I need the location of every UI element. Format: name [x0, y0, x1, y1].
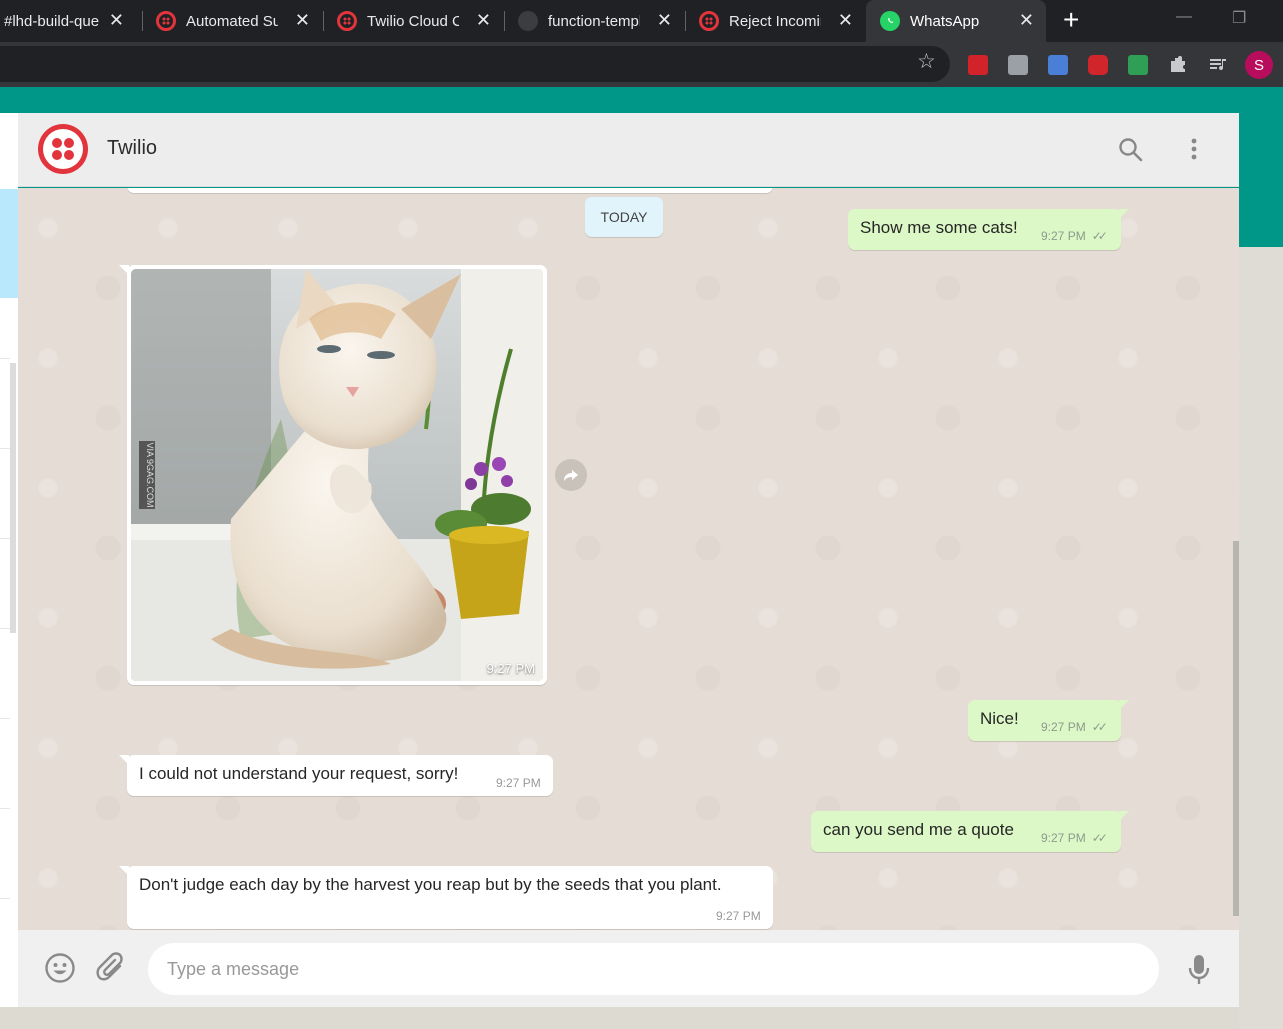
- message-list-scrollbar[interactable]: [1233, 541, 1239, 916]
- tab-close-icon[interactable]: ✕: [109, 11, 124, 29]
- message-bubble-incoming[interactable]: Don't judge each day by the harvest you …: [119, 866, 773, 929]
- twilio-favicon-icon: [337, 11, 357, 31]
- tab-close-icon[interactable]: ✕: [1019, 11, 1034, 29]
- tab-title: function-templ: [548, 12, 640, 30]
- image-message[interactable]: VIA 9GAG.COM 9:27 PM: [119, 265, 547, 685]
- tab-automated-survey[interactable]: Automated Sur ✕: [156, 0, 322, 42]
- minimize-icon[interactable]: —: [1176, 8, 1192, 26]
- bookmark-star-icon[interactable]: ☆: [917, 49, 936, 74]
- media-queue-icon[interactable]: [1208, 55, 1228, 75]
- translate-extension-icon[interactable]: [1048, 55, 1068, 75]
- message-composer: [18, 930, 1239, 1007]
- message-list[interactable]: TODAY Show me some cats! 9:27 PM ✓✓ VIA …: [18, 188, 1239, 930]
- extension-icon[interactable]: [1008, 55, 1028, 75]
- tab-title: WhatsApp: [910, 12, 980, 30]
- tab-reject-incoming[interactable]: Reject Incoming ✕: [699, 0, 865, 42]
- message-bubble-partial[interactable]: [127, 188, 773, 193]
- date-divider: TODAY: [585, 197, 663, 237]
- chat-list-edge: [0, 113, 18, 1007]
- message-bubble-incoming[interactable]: I could not understand your request, sor…: [119, 755, 553, 796]
- tab-title: #lhd-build-que: [4, 12, 100, 30]
- tab-divider: [685, 11, 686, 31]
- media-extension-icon[interactable]: [1088, 55, 1108, 75]
- message-text: can you send me a quote: [823, 820, 1014, 839]
- divider: [0, 538, 10, 539]
- forward-icon[interactable]: [555, 459, 587, 491]
- tab-divider: [323, 11, 324, 31]
- divider: [0, 628, 10, 629]
- message-time: 9:27 PM ✓✓: [1041, 831, 1108, 845]
- tab-lhd-build[interactable]: #lhd-build-que ✕: [4, 0, 136, 42]
- message-bubble-outgoing[interactable]: can you send me a quote 9:27 PM ✓✓: [811, 811, 1129, 852]
- restore-icon[interactable]: ❐: [1232, 8, 1246, 28]
- emoji-icon[interactable]: [44, 952, 76, 989]
- divider: [0, 448, 10, 449]
- message-time: 9:27 PM ✓✓: [1041, 720, 1108, 734]
- tab-close-icon[interactable]: ✕: [476, 11, 491, 29]
- message-text: Show me some cats!: [860, 218, 1018, 237]
- page-background: [1239, 247, 1283, 1029]
- tab-twilio-cloud[interactable]: Twilio Cloud Co ✕: [337, 0, 503, 42]
- twilio-logo-icon: [43, 129, 83, 169]
- divider: [0, 358, 10, 359]
- divider: [0, 718, 10, 719]
- message-bubble-outgoing[interactable]: Show me some cats! 9:27 PM ✓✓: [848, 209, 1129, 250]
- profile-avatar[interactable]: S: [1245, 51, 1273, 79]
- tab-title: Automated Sur: [186, 12, 278, 30]
- message-text: Nice!: [980, 709, 1019, 728]
- tab-close-icon[interactable]: ✕: [657, 11, 672, 29]
- github-favicon-icon: [518, 11, 538, 31]
- microphone-icon[interactable]: [1188, 954, 1210, 991]
- cat-photo[interactable]: VIA 9GAG.COM 9:27 PM: [131, 269, 543, 681]
- tab-title: Twilio Cloud Co: [367, 12, 459, 30]
- tab-close-icon[interactable]: ✕: [295, 11, 310, 29]
- mail-extension-icon[interactable]: [1128, 55, 1148, 75]
- chat-list-scrollbar[interactable]: [10, 363, 16, 633]
- attach-clip-icon[interactable]: [96, 952, 126, 989]
- puzzle-extensions-icon[interactable]: [1168, 55, 1188, 75]
- tab-divider: [142, 11, 143, 31]
- tab-function-templates[interactable]: function-templ ✕: [518, 0, 684, 42]
- twilio-favicon-icon: [156, 11, 176, 31]
- menu-kebab-icon[interactable]: [1190, 137, 1198, 168]
- read-ticks-icon: ✓✓: [1091, 229, 1108, 243]
- browser-tab-strip: #lhd-build-que ✕ Automated Sur ✕ Twilio …: [0, 0, 1283, 42]
- tab-divider: [504, 11, 505, 31]
- image-time: 9:27 PM: [486, 661, 535, 676]
- contact-avatar[interactable]: [38, 124, 88, 174]
- twilio-favicon-icon: [699, 11, 719, 31]
- message-text: I could not understand your request, sor…: [139, 764, 459, 783]
- pocket-extension-icon[interactable]: [968, 55, 988, 75]
- conversation-header: Twilio: [18, 113, 1239, 187]
- message-time: 9:27 PM ✓✓: [1041, 229, 1108, 243]
- read-ticks-icon: ✓✓: [1091, 831, 1108, 845]
- message-time: 9:27 PM: [496, 776, 541, 790]
- tab-title: Reject Incoming: [729, 12, 821, 30]
- message-bubble-outgoing[interactable]: Nice! 9:27 PM ✓✓: [968, 700, 1129, 741]
- divider: [0, 808, 10, 809]
- new-tab-icon[interactable]: +: [1063, 6, 1079, 34]
- tab-close-icon[interactable]: ✕: [838, 11, 853, 29]
- message-text: Don't judge each day by the harvest you …: [139, 875, 722, 894]
- image-watermark: VIA 9GAG.COM: [145, 442, 155, 507]
- address-bar[interactable]: [0, 46, 950, 82]
- contact-name[interactable]: Twilio: [107, 137, 157, 160]
- search-icon[interactable]: [1118, 137, 1144, 168]
- whatsapp-favicon-icon: [880, 11, 900, 31]
- divider: [0, 898, 10, 899]
- selected-chat-highlight: [0, 189, 18, 298]
- read-ticks-icon: ✓✓: [1091, 720, 1108, 734]
- message-input[interactable]: [148, 943, 1159, 995]
- message-time: 9:27 PM: [716, 909, 761, 923]
- tab-whatsapp[interactable]: WhatsApp ✕: [866, 0, 1046, 42]
